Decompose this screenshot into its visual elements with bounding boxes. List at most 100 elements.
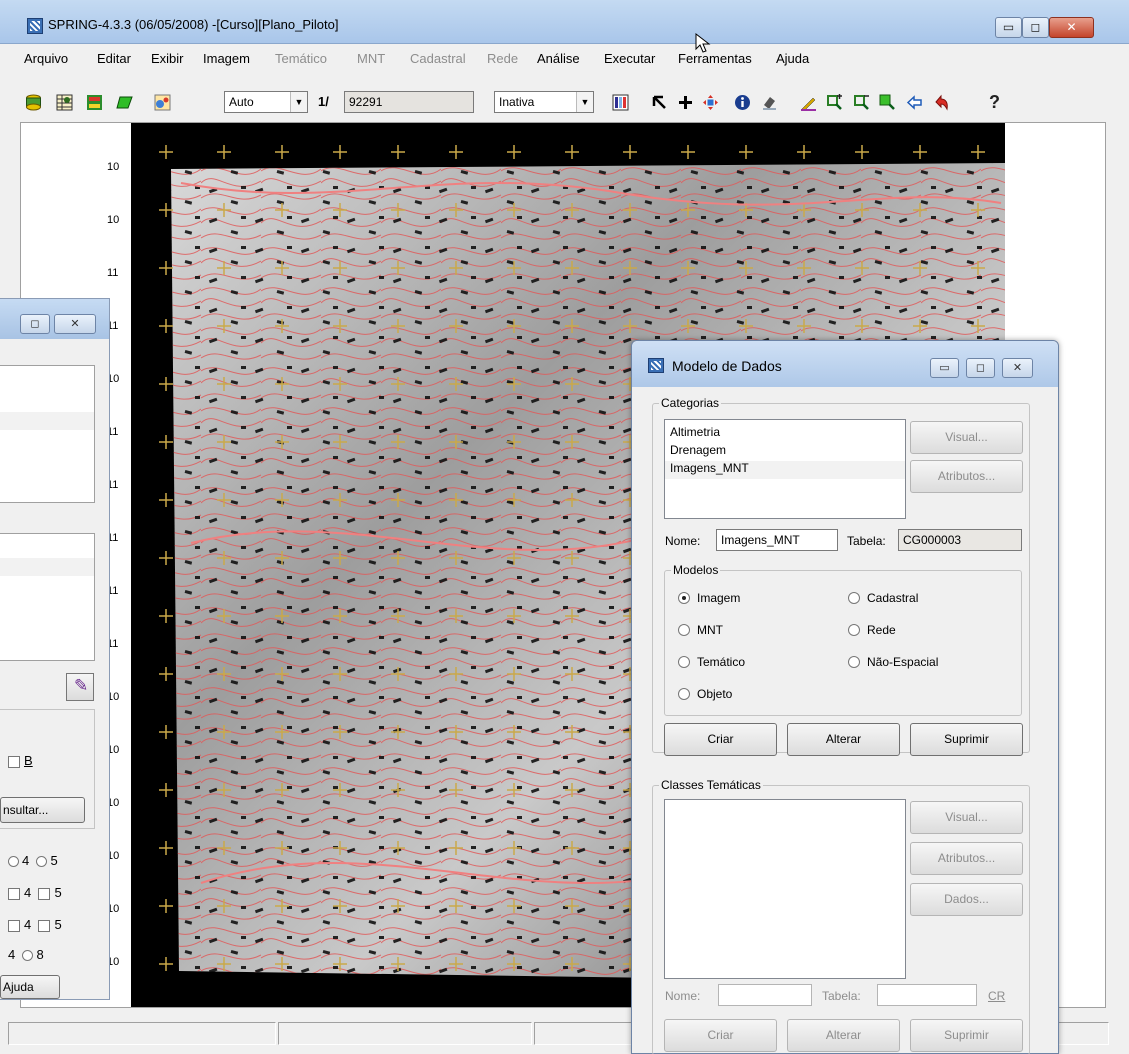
close-button[interactable]: ✕ <box>1049 17 1094 38</box>
classes-tabela-input[interactable] <box>877 984 977 1006</box>
scale-button[interactable] <box>150 90 174 114</box>
menu-mnt[interactable]: MNT <box>357 51 385 66</box>
zoom-out-button[interactable] <box>849 90 873 114</box>
pan-icon <box>703 95 718 110</box>
atributos-button[interactable]: Atributos... <box>910 460 1023 493</box>
radio[interactable] <box>8 856 19 868</box>
criar-button[interactable]: Criar <box>664 723 777 756</box>
atributos-label: Atributos... <box>937 469 996 483</box>
radio-rede[interactable]: Rede <box>848 623 896 637</box>
left-panel-maximize-button[interactable]: ◻ <box>20 314 50 334</box>
menu-executar[interactable]: Executar <box>604 51 655 66</box>
cursor-button[interactable] <box>647 90 671 114</box>
radio-button[interactable] <box>848 656 860 668</box>
menu-imagem[interactable]: Imagem <box>203 51 250 66</box>
undo-button[interactable] <box>929 90 953 114</box>
radio-button[interactable] <box>678 656 690 668</box>
checkbox[interactable] <box>8 887 20 900</box>
polygon-icon <box>116 96 133 109</box>
help-button[interactable]: ? <box>981 90 1005 114</box>
erase-button[interactable] <box>757 90 781 114</box>
radio-button[interactable] <box>848 624 860 636</box>
suprimir-button[interactable]: Suprimir <box>910 723 1023 756</box>
classes-list[interactable] <box>664 799 906 979</box>
menu-ajuda[interactable]: Ajuda <box>776 51 809 66</box>
menu-analise[interactable]: Análise <box>537 51 580 66</box>
left-panel-close-button[interactable]: ✕ <box>54 314 96 334</box>
checkbox[interactable] <box>8 919 20 932</box>
scale-input[interactable]: 92291 <box>344 91 474 113</box>
back-button[interactable] <box>902 90 926 114</box>
radio-button[interactable] <box>678 688 690 700</box>
chevron-down-icon[interactable]: ▼ <box>290 92 307 112</box>
consultar-button[interactable]: nsultar... <box>0 797 85 823</box>
tabela-input[interactable]: CG000003 <box>898 529 1022 551</box>
close-icon: ✕ <box>70 318 80 330</box>
radio-tematico[interactable]: Temático <box>678 655 745 669</box>
left-panel-list-2[interactable] <box>0 533 95 661</box>
layers-icon <box>26 94 41 111</box>
visual-button[interactable]: Visual... <box>910 421 1023 454</box>
radio-mnt[interactable]: MNT <box>678 623 723 637</box>
list-item[interactable]: Altimetria <box>670 425 720 439</box>
classes-alterar-button[interactable]: Alterar <box>787 1019 900 1052</box>
radio-button[interactable] <box>848 592 860 604</box>
maximize-button[interactable]: ◻ <box>1022 17 1049 38</box>
classes-visual-button[interactable]: Visual... <box>910 801 1023 834</box>
painting-button[interactable] <box>82 90 106 114</box>
dialog-title: Modelo de Dados <box>672 358 782 374</box>
menu-exibir[interactable]: Exibir <box>151 51 184 66</box>
pencil-tool-button[interactable]: ✎ <box>66 673 94 701</box>
classes-tabela-label: Tabela: <box>822 989 861 1003</box>
state-select[interactable]: Inativa ▼ <box>494 91 594 113</box>
chevron-down-icon[interactable]: ▼ <box>576 92 593 112</box>
radio-label: Não-Espacial <box>867 655 939 669</box>
alterar-button[interactable]: Alterar <box>787 723 900 756</box>
list-item-selected[interactable]: Imagens_MNT <box>665 461 905 479</box>
classes-atributos-button[interactable]: Atributos... <box>910 842 1023 875</box>
classes-nome-input[interactable] <box>718 984 812 1006</box>
menu-cadastral[interactable]: Cadastral <box>410 51 466 66</box>
checkbox[interactable] <box>38 919 51 932</box>
menu-tematico[interactable]: Temático <box>275 51 327 66</box>
dialog-maximize-button[interactable]: ◻ <box>966 358 995 378</box>
display-mode-select[interactable]: Auto ▼ <box>224 91 308 113</box>
list-item[interactable]: Drenagem <box>670 443 726 457</box>
nome-input[interactable]: Imagens_MNT <box>716 529 838 551</box>
menu-arquivo[interactable]: Arquivo <box>24 51 68 66</box>
polygon-button[interactable] <box>112 90 136 114</box>
classes-suprimir-button[interactable]: Suprimir <box>910 1019 1023 1052</box>
radio-button[interactable] <box>678 592 690 604</box>
checkbox[interactable] <box>38 887 51 900</box>
radio-cadastral[interactable]: Cadastral <box>848 591 918 605</box>
radio-imagem[interactable]: Imagem <box>678 591 740 605</box>
radio[interactable] <box>36 856 48 868</box>
pencil-button[interactable] <box>796 90 820 114</box>
classes-dados-button[interactable]: Dados... <box>910 883 1023 916</box>
menu-editar[interactable]: Editar <box>97 51 131 66</box>
dialog-close-button[interactable]: ✕ <box>1002 358 1033 378</box>
radio-nao-espacial[interactable]: Não-Espacial <box>848 655 938 669</box>
categories-list[interactable]: Altimetria Drenagem Imagens_MNT <box>664 419 906 519</box>
classes-cr-button[interactable]: CR <box>988 989 1005 1003</box>
radio-objeto[interactable]: Objeto <box>678 687 732 701</box>
zoom-area-button[interactable] <box>875 90 899 114</box>
classes-criar-button[interactable]: Criar <box>664 1019 777 1052</box>
check-b[interactable]: B <box>8 753 33 768</box>
table-button[interactable] <box>52 90 76 114</box>
plus-button[interactable] <box>673 90 697 114</box>
left-panel-list[interactable] <box>0 365 95 503</box>
menu-ferramentas[interactable]: Ferramentas <box>678 51 752 66</box>
ajuda-button[interactable]: Ajuda <box>0 975 60 999</box>
pan-button[interactable] <box>698 90 722 114</box>
layers-button[interactable] <box>21 90 45 114</box>
dialog-minimize-button[interactable]: ▭ <box>930 358 959 378</box>
radio[interactable] <box>22 950 34 962</box>
info-button[interactable] <box>730 90 754 114</box>
radio-button[interactable] <box>678 624 690 636</box>
zoom-in-button[interactable] <box>822 90 846 114</box>
minimize-button[interactable]: ▭ <box>995 17 1022 38</box>
checkbox[interactable] <box>8 755 20 768</box>
color-table-button[interactable] <box>608 90 632 114</box>
menu-rede[interactable]: Rede <box>487 51 518 66</box>
